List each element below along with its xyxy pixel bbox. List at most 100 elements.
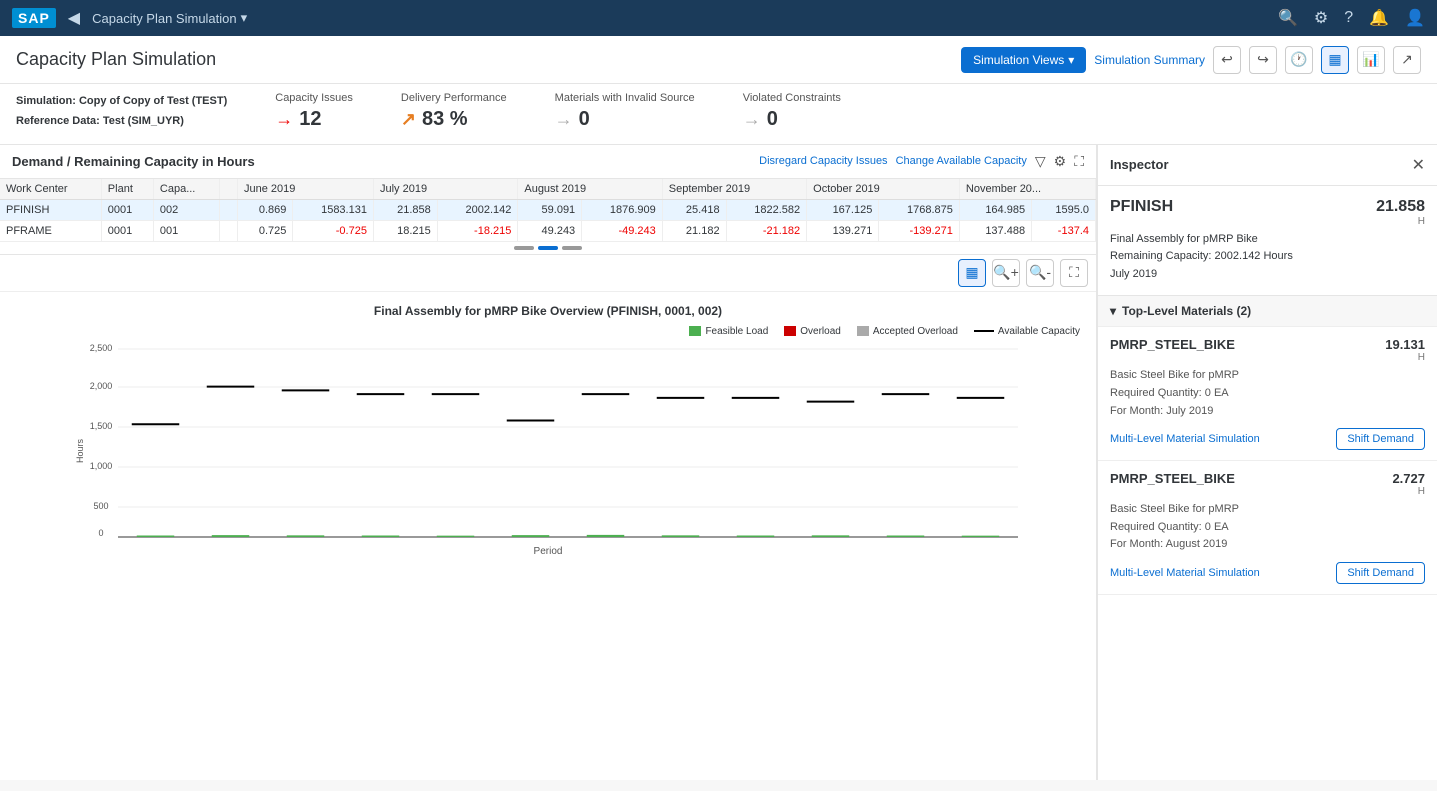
- violated-constraints-arrow: →: [743, 109, 761, 130]
- legend-overload-box: [784, 326, 796, 336]
- material-1-actions: Multi-Level Material Simulation Shift De…: [1110, 428, 1425, 450]
- svg-text:Hours: Hours: [75, 438, 85, 463]
- nav-back-button[interactable]: ◀: [68, 8, 80, 28]
- page-title: Capacity Plan Simulation: [16, 49, 216, 70]
- chart-zoom-in[interactable]: 🔍+: [992, 259, 1020, 287]
- change-available-capacity-button[interactable]: Change Available Capacity: [896, 155, 1027, 167]
- col-june-2019: June 2019: [237, 179, 373, 200]
- kpi-violated-constraints: Violated Constraints → 0: [743, 92, 841, 131]
- table-expand-icon[interactable]: ⛶: [1074, 153, 1084, 170]
- material-2-value: 2.727: [1392, 471, 1425, 486]
- scroll-indicator: [0, 242, 1096, 254]
- chart-view-button[interactable]: 📊: [1357, 46, 1385, 74]
- legend-feasible: Feasible Load: [689, 326, 768, 337]
- col-october-2019: October 2019: [807, 179, 960, 200]
- chart-table-toggle[interactable]: ▦: [958, 259, 986, 287]
- col-august-2019: August 2019: [518, 179, 662, 200]
- table-row[interactable]: PFRAME00010010.725-0.72518.215-18.21549.…: [0, 220, 1096, 241]
- simulation-summary-button[interactable]: Simulation Summary: [1094, 53, 1205, 67]
- table-row[interactable]: PFINISH00010020.8691583.13121.8582002.14…: [0, 199, 1096, 220]
- simulation-views-button[interactable]: Simulation Views ▾: [961, 47, 1086, 73]
- scroll-dot-3[interactable]: [562, 246, 582, 250]
- table-header-bar: Demand / Remaining Capacity in Hours Dis…: [0, 145, 1096, 179]
- inspector-close-button[interactable]: ✕: [1412, 155, 1425, 175]
- chart-legend: Feasible Load Overload Accepted Overload…: [8, 326, 1088, 337]
- legend-accepted-overload-box: [857, 326, 869, 336]
- inspector-item-title-row: PFINISH 21.858 H: [1110, 198, 1425, 227]
- material-2-detail: Basic Steel Bike for pMRP Required Quant…: [1110, 501, 1425, 554]
- page-header: Capacity Plan Simulation Simulation View…: [0, 36, 1437, 84]
- material-1-name: PMRP_STEEL_BIKE: [1110, 337, 1235, 352]
- material-1-header: PMRP_STEEL_BIKE 19.131 H: [1110, 337, 1425, 363]
- col-work-center: Work Center: [0, 179, 101, 200]
- kpi-strip: Simulation: Copy of Copy of Test (TEST) …: [0, 84, 1437, 145]
- simulation-info: Simulation: Copy of Copy of Test (TEST) …: [16, 92, 227, 132]
- capacity-table: Work Center Plant Capa... June 2019 July…: [0, 179, 1096, 242]
- col-empty: [220, 179, 238, 200]
- inspector-title: Inspector: [1110, 157, 1169, 172]
- inspector-header: Inspector ✕: [1098, 145, 1437, 186]
- table-header-actions: Disregard Capacity Issues Change Availab…: [759, 153, 1084, 170]
- bar-chart-svg: 2,500 2,000 1,500 1,000 500 0 June 2019J…: [8, 341, 1088, 541]
- legend-available-capacity: Available Capacity: [974, 326, 1080, 337]
- material-1-detail: Basic Steel Bike for pMRP Required Quant…: [1110, 367, 1425, 420]
- table-settings-icon[interactable]: ⚙: [1054, 153, 1067, 170]
- svg-text:1,000: 1,000: [90, 461, 113, 471]
- section-collapse-icon[interactable]: ▾: [1110, 304, 1116, 318]
- redo-button[interactable]: ↪: [1249, 46, 1277, 74]
- left-panel: Demand / Remaining Capacity in Hours Dis…: [0, 145, 1097, 780]
- search-icon[interactable]: 🔍: [1278, 8, 1298, 28]
- table-scroll-area[interactable]: Work Center Plant Capa... June 2019 July…: [0, 179, 1096, 242]
- material-1-unit: H: [1385, 352, 1425, 363]
- header-actions: Simulation Views ▾ Simulation Summary ↩ …: [961, 46, 1421, 74]
- filter-icon[interactable]: ▽: [1035, 153, 1046, 170]
- capacity-issues-arrow: →: [275, 109, 293, 130]
- table-section-title: Demand / Remaining Capacity in Hours: [12, 154, 255, 169]
- expand-button[interactable]: ↗: [1393, 46, 1421, 74]
- user-icon[interactable]: 👤: [1405, 8, 1425, 28]
- materials-invalid-arrow: →: [555, 109, 573, 130]
- kpi-capacity-issues: Capacity Issues → 12: [275, 92, 353, 131]
- delivery-performance-arrow: ↗: [401, 109, 416, 130]
- svg-text:500: 500: [93, 501, 108, 511]
- material-1-simulation-link[interactable]: Multi-Level Material Simulation: [1110, 433, 1260, 445]
- inspector-section-header: ▾ Top-Level Materials (2): [1098, 296, 1437, 327]
- history-button[interactable]: 🕐: [1285, 46, 1313, 74]
- material-2-shift-demand-button[interactable]: Shift Demand: [1336, 562, 1425, 584]
- svg-text:0: 0: [98, 528, 103, 538]
- x-axis-label: Period: [8, 546, 1088, 557]
- material-1-shift-demand-button[interactable]: Shift Demand: [1336, 428, 1425, 450]
- inspector-main-item: PFINISH 21.858 H Final Assembly for pMRP…: [1098, 186, 1437, 297]
- scroll-dot-1[interactable]: [514, 246, 534, 250]
- kpi-materials-invalid: Materials with Invalid Source → 0: [555, 92, 695, 131]
- inspector-item-value: 21.858: [1376, 198, 1425, 216]
- help-icon[interactable]: ?: [1344, 9, 1353, 27]
- scroll-dot-2[interactable]: [538, 246, 558, 250]
- chart-container: Final Assembly for pMRP Bike Overview (P…: [0, 292, 1096, 780]
- legend-accepted-overload: Accepted Overload: [857, 326, 958, 337]
- sap-logo: SAP: [12, 8, 56, 28]
- nav-app-title-button[interactable]: Capacity Plan Simulation ▾: [92, 10, 247, 26]
- disregard-capacity-button[interactable]: Disregard Capacity Issues: [759, 155, 887, 167]
- svg-text:1,500: 1,500: [90, 421, 113, 431]
- top-navigation: SAP ◀ Capacity Plan Simulation ▾ 🔍 ⚙ ? 🔔…: [0, 0, 1437, 36]
- chart-title: Final Assembly for pMRP Bike Overview (P…: [8, 304, 1088, 318]
- chart-fullscreen[interactable]: ⛶: [1060, 259, 1088, 287]
- inspector-panel: Inspector ✕ PFINISH 21.858 H Final Assem…: [1097, 145, 1437, 780]
- undo-button[interactable]: ↩: [1213, 46, 1241, 74]
- col-plant: Plant: [101, 179, 153, 200]
- col-july-2019: July 2019: [373, 179, 517, 200]
- settings-icon[interactable]: ⚙: [1314, 8, 1328, 28]
- material-2-simulation-link[interactable]: Multi-Level Material Simulation: [1110, 567, 1260, 579]
- notification-icon[interactable]: 🔔: [1369, 8, 1389, 28]
- inspector-item-description: Final Assembly for pMRP Bike Remaining C…: [1110, 231, 1425, 284]
- col-november-2019: November 20...: [959, 179, 1095, 200]
- kpi-delivery-performance: Delivery Performance ↗ 83 %: [401, 92, 507, 131]
- legend-available-capacity-line: [974, 330, 994, 332]
- material-item-1: PMRP_STEEL_BIKE 19.131 H Basic Steel Bik…: [1098, 327, 1437, 461]
- legend-feasible-box: [689, 326, 701, 336]
- grid-view-button[interactable]: ▦: [1321, 46, 1349, 74]
- legend-overload: Overload: [784, 326, 841, 337]
- col-september-2019: September 2019: [662, 179, 806, 200]
- chart-zoom-out[interactable]: 🔍-: [1026, 259, 1054, 287]
